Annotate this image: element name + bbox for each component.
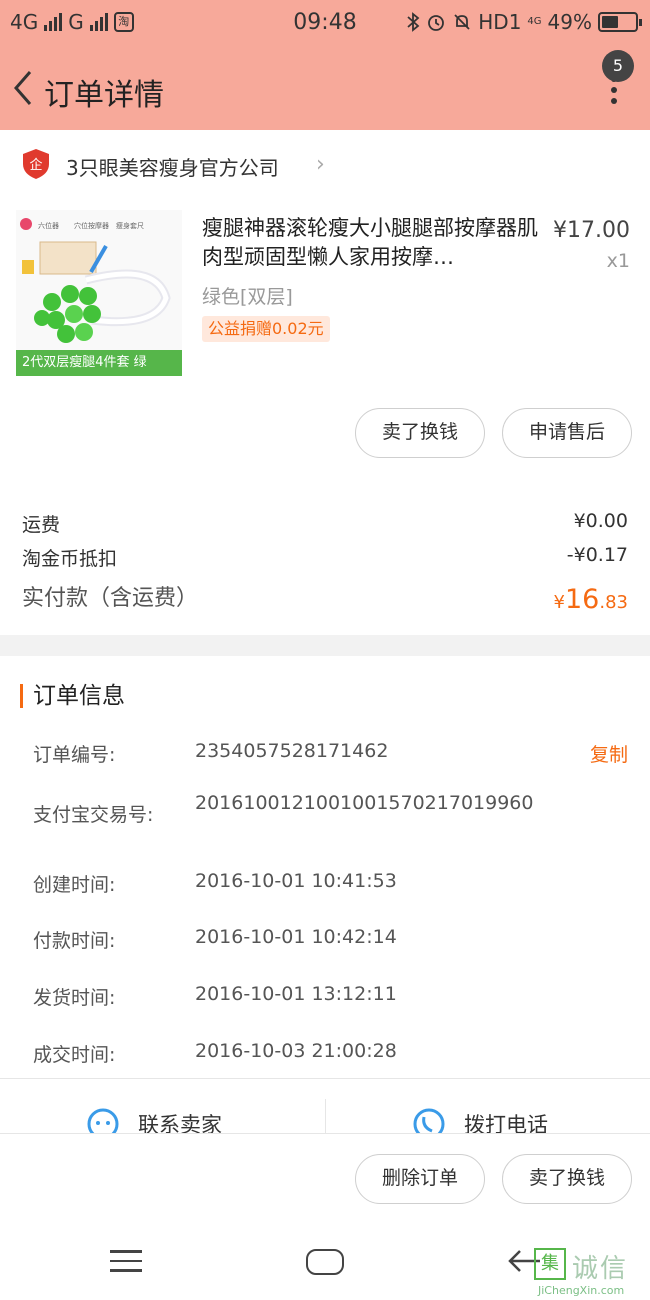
small-4g-label: 4G <box>527 16 542 27</box>
call-phone-button[interactable]: 拨打电话 <box>412 1107 548 1134</box>
home-icon[interactable] <box>306 1249 344 1275</box>
shipped-time-label: 发货时间: <box>33 987 116 1009</box>
watermark-url: JiChengXin.com <box>538 1284 625 1297</box>
page-title: 订单详情 <box>44 78 164 113</box>
product-price: ¥17.00 <box>553 218 630 243</box>
shop-row[interactable]: 企 3只眼美容瘦身官方公司 › <box>0 130 650 198</box>
paid-decimal: .83 <box>599 592 628 613</box>
battery-fill <box>602 16 618 28</box>
actual-paid-value: ¥16.83 <box>554 584 628 615</box>
product-quantity: x1 <box>606 250 630 272</box>
actual-paid-row: 实付款（含运费） ¥16.83 <box>22 580 628 615</box>
order-info-card: 订单信息 订单编号: 2354057528171462 复制 支付宝交易号: 2… <box>0 656 650 1131</box>
sell-for-cash-button[interactable]: 卖了换钱 <box>355 408 485 458</box>
created-time-value: 2016-10-01 10:41:53 <box>195 870 397 892</box>
watermark-box: 集 <box>534 1248 566 1280</box>
order-product-card: 企 3只眼美容瘦身官方公司 › 六位器 穴位按摩器 瘦身套尺 2代双层瘦腿4件套… <box>0 130 650 635</box>
paid-integer: 16 <box>565 584 600 615</box>
nav-bar: 订单详情 5 <box>0 46 650 130</box>
bottom-action-bar: 删除订单 卖了换钱 <box>0 1133 650 1225</box>
more-menu-icon[interactable] <box>608 76 620 116</box>
watermark-logo: 集 诚信 JiChengXin.com <box>534 1248 646 1300</box>
shipped-time-value: 2016-10-01 13:12:11 <box>195 983 397 1005</box>
completed-time-value: 2016-10-03 21:00:28 <box>195 1040 397 1062</box>
thumb-tag-1: 六位器 <box>38 221 59 230</box>
contact-seller-label: 联系卖家 <box>138 1113 222 1134</box>
chevron-right-icon: › <box>316 152 325 177</box>
status-bar: 4G G 淘 09:48 HD1 4G 49% <box>0 0 650 46</box>
coin-deduction-label: 淘金币抵扣 <box>22 548 118 570</box>
product-thumbnail[interactable]: 六位器 穴位按摩器 瘦身套尺 2代双层瘦腿4件套 绿 <box>16 210 182 376</box>
status-right: HD1 4G 49% <box>406 10 642 34</box>
hd-label: HD1 <box>478 10 522 34</box>
delete-order-button[interactable]: 删除订单 <box>355 1154 485 1204</box>
menu-icon[interactable] <box>110 1250 142 1279</box>
enterprise-shop-icon: 企 <box>23 149 49 179</box>
alipay-trade-label: 支付宝交易号: <box>33 804 154 826</box>
contact-bar: 联系卖家 拨打电话 <box>0 1078 650 1134</box>
paid-currency: ¥ <box>553 592 565 613</box>
watermark-text: 诚信 <box>572 1254 629 1284</box>
order-number-value: 2354057528171462 <box>195 740 389 762</box>
product-sku: 绿色[双层] <box>202 286 293 308</box>
bluetooth-icon <box>407 12 420 32</box>
completed-time-label: 成交时间: <box>33 1044 116 1066</box>
thumb-tag-3: 瘦身套尺 <box>116 221 144 230</box>
shop-name[interactable]: 3只眼美容瘦身官方公司 <box>66 152 279 181</box>
mute-bell-icon <box>454 14 470 30</box>
back-arrow-icon[interactable] <box>8 68 38 108</box>
freight-value: ¥0.00 <box>573 510 628 532</box>
copy-order-number-button[interactable]: 复制 <box>590 740 628 767</box>
thumbnail-caption: 2代双层瘦腿4件套 绿 <box>16 350 182 376</box>
message-badge: 5 <box>602 50 634 82</box>
created-time-label: 创建时间: <box>33 874 116 896</box>
phone-icon <box>413 1108 445 1134</box>
paid-time-value: 2016-10-01 10:42:14 <box>195 926 397 948</box>
paid-time-label: 付款时间: <box>33 930 116 952</box>
thumb-tag-2: 穴位按摩器 <box>74 221 109 230</box>
product-title[interactable]: 瘦腿神器滚轮瘦大小腿腿部按摩器肌肉型顽固型懒人家用按摩… <box>202 214 538 272</box>
order-number-label: 订单编号: <box>33 744 116 766</box>
coin-deduction-row: 淘金币抵扣 -¥0.17 <box>22 544 628 571</box>
battery-percent: 49% <box>547 10 592 34</box>
battery-icon <box>598 12 642 32</box>
actual-paid-label: 实付款（含运费） <box>22 586 199 611</box>
shop-logo-text: 企 <box>29 157 42 173</box>
sell-for-cash-bottom-button[interactable]: 卖了换钱 <box>502 1154 632 1204</box>
order-info-heading: 订单信息 <box>20 684 125 708</box>
charity-tag: 公益捐赠0.02元 <box>202 316 330 342</box>
alipay-trade-value: 2016100121001001570217019960 <box>195 792 534 814</box>
alarm-icon <box>428 15 445 31</box>
freight-label: 运费 <box>22 514 61 536</box>
coin-deduction-value: -¥0.17 <box>566 544 628 566</box>
chat-bubble-icon <box>87 1108 119 1134</box>
freight-row: 运费 ¥0.00 <box>22 510 628 537</box>
contact-divider <box>325 1099 326 1134</box>
request-aftersale-button[interactable]: 申请售后 <box>502 408 632 458</box>
contact-seller-button[interactable]: 联系卖家 <box>86 1107 222 1134</box>
call-phone-label: 拨打电话 <box>464 1113 548 1134</box>
